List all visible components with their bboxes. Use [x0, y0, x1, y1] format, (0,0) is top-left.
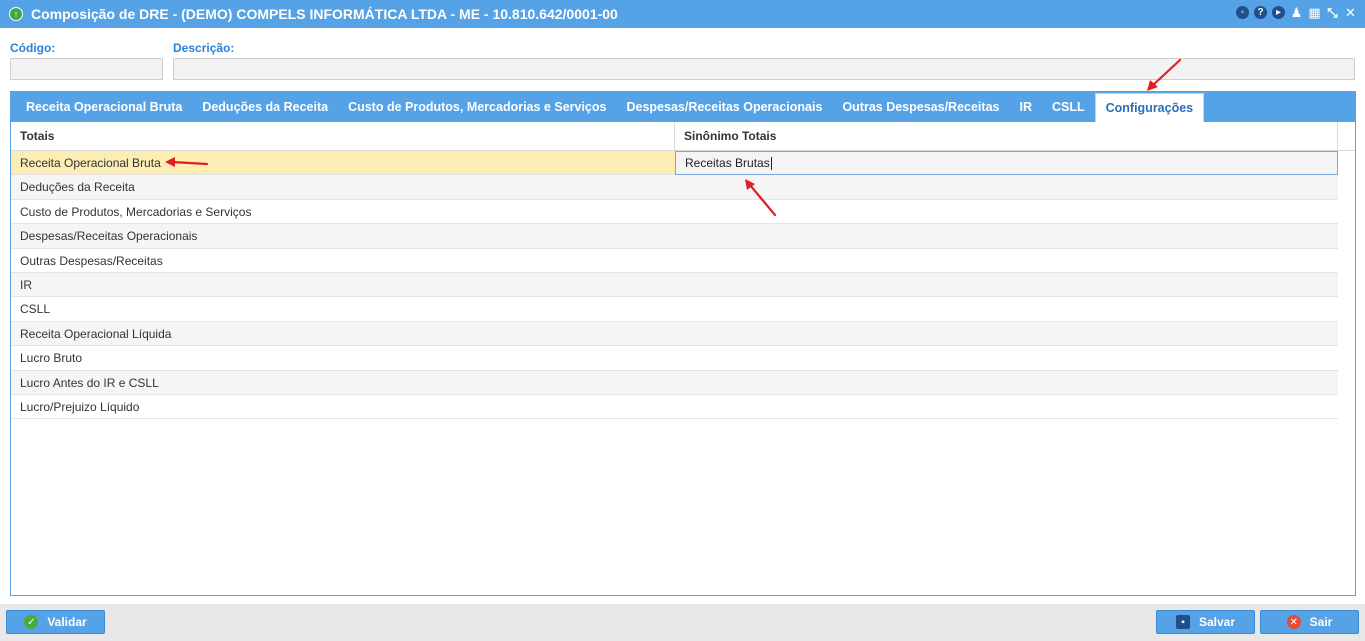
exit-icon: ✕ — [1286, 615, 1301, 629]
annotation-arrows — [165, 58, 1182, 217]
check-icon: ✓ — [24, 615, 39, 629]
salvar-button[interactable]: ▪ Salvar — [1156, 610, 1255, 634]
annotation-arrow-row — [165, 157, 209, 167]
validar-button[interactable]: ✓ Validar — [6, 610, 105, 634]
annotation-arrow-input — [745, 179, 777, 217]
salvar-label: Salvar — [1198, 615, 1236, 629]
floppy-disk-icon: ▪ — [1175, 615, 1190, 629]
sair-label: Sair — [1309, 615, 1333, 629]
validar-label: Validar — [47, 615, 87, 629]
sair-button[interactable]: ✕ Sair — [1260, 610, 1359, 634]
footer-bar: ✓ Validar ▪ Salvar ✕ Sair — [0, 604, 1365, 641]
annotation-arrow-configuracoes — [1147, 58, 1182, 91]
